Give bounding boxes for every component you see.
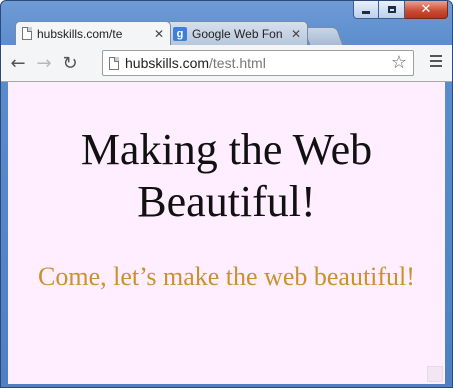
chrome-menu-button[interactable] [430, 55, 442, 70]
tab-label: Google Web Fon [192, 26, 283, 41]
reload-button[interactable]: ↻ [57, 50, 83, 76]
heading-line-1: Making the Web [80, 125, 373, 174]
address-bar[interactable]: hubskills.com/test.html ☆ [102, 50, 414, 76]
close-icon: ✕ [420, 2, 432, 17]
browser-window: ✕ hubskills.com/te ✕ g Google Web Fon ✕ … [0, 0, 453, 388]
maximize-button[interactable] [379, 1, 405, 19]
tab-close-icon[interactable]: ✕ [291, 27, 301, 41]
google-icon: g [173, 26, 187, 41]
heading-line-2: Beautiful! [137, 177, 316, 226]
page-icon [109, 56, 119, 70]
address-path: /test.html [209, 55, 266, 71]
address-host: hubskills.com [125, 55, 210, 71]
maximize-icon [387, 6, 396, 13]
window-controls: ✕ [353, 1, 448, 21]
reload-icon: ↻ [62, 52, 78, 74]
tab-google-web-fonts[interactable]: g Google Web Fon ✕ [166, 21, 308, 45]
minimize-button[interactable] [353, 1, 379, 19]
forward-button[interactable]: → [31, 50, 57, 76]
browser-toolbar: ← → ↻ hubskills.com/test.html ☆ [1, 45, 452, 82]
page-heading: Making the Web Beautiful! [8, 82, 445, 228]
new-tab-button[interactable] [302, 27, 344, 45]
page-subtitle: Come, let’s make the web beautiful! [38, 262, 415, 291]
tab-hubskills[interactable]: hubskills.com/te ✕ [15, 21, 171, 45]
forward-arrow-icon: → [36, 52, 52, 74]
page-content: Making the Web Beautiful! Come, let’s ma… [8, 82, 445, 384]
back-button[interactable]: ← [5, 50, 31, 76]
minimize-icon [362, 11, 370, 14]
tab-close-icon[interactable]: ✕ [154, 27, 164, 41]
close-window-button[interactable]: ✕ [405, 1, 448, 19]
bookmark-star-icon[interactable]: ☆ [391, 52, 407, 73]
resize-grip[interactable] [427, 366, 443, 382]
tab-strip: hubskills.com/te ✕ g Google Web Fon ✕ [11, 19, 452, 45]
back-arrow-icon: ← [10, 52, 26, 74]
page-icon [22, 27, 32, 40]
tab-label: hubskills.com/te [37, 26, 123, 41]
